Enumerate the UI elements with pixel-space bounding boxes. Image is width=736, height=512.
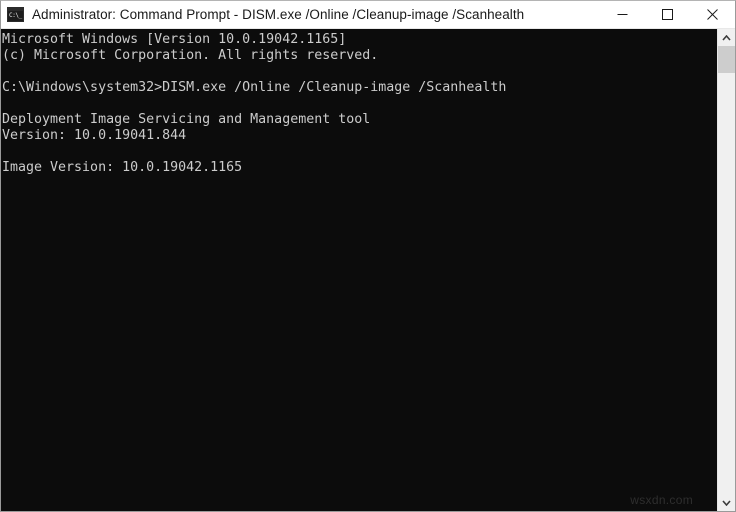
console-icon-glyph: C:\_ <box>8 11 23 21</box>
window-title: Administrator: Command Prompt - DISM.exe… <box>32 7 525 22</box>
maximize-button[interactable] <box>645 1 690 29</box>
command-prompt-window: C:\_ Administrator: Command Prompt - DIS… <box>0 0 736 512</box>
console-text: Microsoft Windows [Version 10.0.19042.11… <box>2 32 507 175</box>
scroll-up-button[interactable] <box>718 29 735 46</box>
title-bar[interactable]: C:\_ Administrator: Command Prompt - DIS… <box>1 1 735 29</box>
console-window-icon[interactable]: C:\_ <box>7 7 24 22</box>
window-controls <box>600 1 735 29</box>
chevron-down-icon <box>722 499 731 506</box>
console-output-area[interactable]: Microsoft Windows [Version 10.0.19042.11… <box>1 29 717 511</box>
scroll-down-button[interactable] <box>718 494 735 511</box>
close-button[interactable] <box>690 1 735 29</box>
chevron-up-icon <box>722 34 731 41</box>
minimize-button[interactable] <box>600 1 645 29</box>
vertical-scrollbar[interactable] <box>717 29 735 511</box>
minimize-icon <box>617 14 628 15</box>
close-icon <box>707 9 718 20</box>
watermark: wsxdn.com <box>630 493 693 507</box>
scrollbar-thumb[interactable] <box>718 46 735 73</box>
maximize-icon <box>662 9 673 20</box>
